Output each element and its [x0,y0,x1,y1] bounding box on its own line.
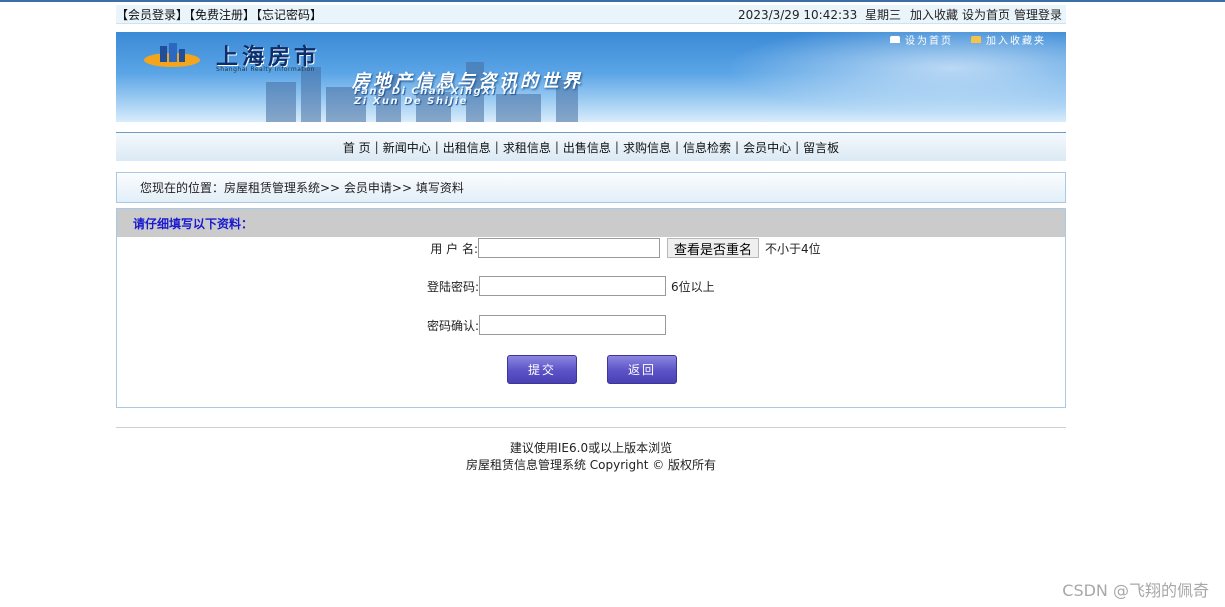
nav-member-center[interactable]: 会员中心 [743,139,791,156]
password-label: 登陆密码: [426,279,479,294]
submit-button[interactable]: 提交 [507,355,577,384]
banner-set-home-link[interactable]: 设为首页 [890,32,953,47]
footer: 建议使用IE6.0或以上版本浏览 房屋租赁信息管理系统 Copyright © … [116,440,1066,474]
site-banner: 上海房市 Shanghai Realty Information 房地产信息与咨… [116,32,1066,122]
forgot-password-link[interactable]: 【忘记密码】 [256,8,322,22]
nav-rent-out[interactable]: 出租信息 [443,139,491,156]
top-accent-line [0,0,1225,2]
banner-building [301,67,321,122]
nav-separator: | [674,140,680,154]
password-input[interactable] [479,276,666,296]
banner-pinyin-line2: Zi Xun De ShiJie [354,96,468,107]
nav-separator: | [735,140,740,154]
set-homepage-link[interactable]: 设为首页 [962,6,1010,23]
nav-search[interactable]: 信息检索 [683,139,731,156]
password-row: 登陆密码: 6位以上 [117,276,1065,296]
footer-copyright: 房屋租赁信息管理系统 Copyright © 版权所有 [465,458,717,472]
banner-tools: 设为首页 加入收藏夹 [890,32,1046,47]
watermark: CSDN @飞翔的佩奇 [1062,581,1209,600]
add-favorite-link[interactable]: 加入收藏 [910,6,958,23]
nav-guestbook[interactable]: 留言板 [803,139,839,156]
datetime-text: 2023/3/29 10:42:33 [738,7,858,22]
registration-form: 请仔细填写以下资料： 用 户 名: 查看是否重名 不小于4位 登陆密码: 6位以… [116,208,1066,408]
top-bar: 【会员登录】【免费注册】【忘记密码】 2023/3/29 10:42:33 星期… [116,5,1066,24]
nav-separator: | [795,140,800,154]
nav-separator: | [434,140,439,154]
logo-subtitle: Shanghai Realty Information [216,66,315,73]
breadcrumb-text: 您现在的位置：房屋租赁管理系统>> 会员申请>> 填写资料 [140,181,464,195]
nav-separator: | [614,140,619,154]
username-row: 用 户 名: 查看是否重名 不小于4位 [117,238,1065,258]
nav-separator: | [554,140,559,154]
username-input[interactable] [478,238,660,258]
breadcrumb: 您现在的位置：房屋租赁管理系统>> 会员申请>> 填写资料 [116,172,1066,203]
top-bar-right: 2023/3/29 10:42:33 星期三 加入收藏 设为首页 管理登录 [738,6,1066,23]
nav-news[interactable]: 新闻中心 [383,139,431,156]
banner-add-fav-label: 加入收藏夹 [986,36,1046,47]
folder-icon [971,36,981,43]
back-button[interactable]: 返回 [607,355,677,384]
banner-add-fav-link[interactable]: 加入收藏夹 [971,32,1046,47]
confirm-password-input[interactable] [479,315,666,335]
home-icon [890,36,900,43]
datetime: 2023/3/29 10:42:33 星期三 [738,6,901,23]
banner-set-home-label: 设为首页 [905,36,953,47]
nav-separator: | [374,140,379,154]
nav-buy-wanted[interactable]: 求购信息 [623,139,671,156]
check-duplicate-button[interactable]: 查看是否重名 [667,238,760,258]
logo-icon [144,43,200,67]
banner-building [496,94,541,122]
username-label: 用 户 名: [430,241,478,256]
form-header: 请仔细填写以下资料： [117,209,1065,237]
confirm-row: 密码确认: [117,315,1065,335]
banner-building [266,82,296,122]
username-hint: 不小于4位 [765,241,821,256]
member-login-link[interactable]: 【会员登录】 [116,8,188,22]
nav-home[interactable]: 首 页 [343,139,371,156]
main-nav: 首 页 | 新闻中心 | 出租信息 | 求租信息 | 出售信息 | 求购信息 | 信息检索 |… [116,132,1066,161]
password-hint: 6位以上 [671,279,715,294]
weekday-text: 星期三 [864,7,901,22]
footer-divider [116,427,1066,428]
admin-login-link[interactable]: 管理登录 [1014,6,1062,23]
nav-separator: | [494,140,499,154]
footer-browser-note: 建议使用IE6.0或以上版本浏览 [509,441,673,455]
free-register-link[interactable]: 【免费注册】 [189,8,255,22]
confirm-password-label: 密码确认: [426,318,479,333]
nav-for-sale[interactable]: 出售信息 [563,139,611,156]
nav-rent-wanted[interactable]: 求租信息 [503,139,551,156]
account-links: 【会员登录】【免费注册】【忘记密码】 [116,6,323,23]
